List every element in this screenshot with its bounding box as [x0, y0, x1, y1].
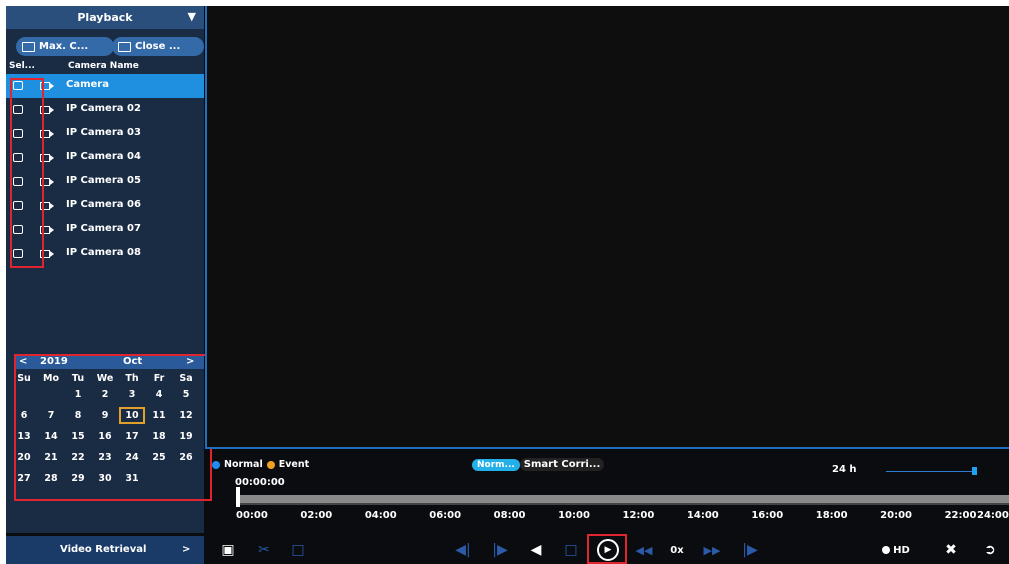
- timeline-tick-label: 04:00: [364, 510, 397, 521]
- video-display[interactable]: [205, 6, 1009, 449]
- video-retrieval-label: Video Retrieval: [60, 544, 147, 555]
- maximize-icon: [22, 41, 35, 52]
- mode-normal-tab[interactable]: Norm...: [472, 458, 520, 471]
- speed-label: 0x: [670, 544, 684, 556]
- camera-name: IP Camera 08: [66, 247, 141, 258]
- playback-menu-header[interactable]: Playback ▼: [6, 6, 204, 29]
- timeline-tick-label: 16:00: [751, 510, 784, 521]
- zoom-slider-handle[interactable]: [972, 467, 977, 475]
- fast-icon[interactable]: ▶▶: [702, 536, 722, 564]
- normal-dot-icon: [212, 460, 220, 469]
- timeline-tick-label: 18:00: [815, 510, 848, 521]
- slow-icon[interactable]: ◀◀: [634, 536, 654, 564]
- col-select: Sel...: [9, 61, 35, 71]
- zoom-slider-track[interactable]: [886, 471, 974, 472]
- timeline-baseline: [236, 503, 1009, 505]
- timeline-tick-label: 02:00: [300, 510, 333, 521]
- scissors-icon[interactable]: ✂: [254, 536, 274, 564]
- playback-screen: Playback ▼ Max. C... Close ... Sel... Ca…: [6, 6, 1009, 564]
- camera-name: IP Camera 05: [66, 175, 141, 186]
- camera-name: IP Camera 03: [66, 127, 141, 138]
- frame-back-icon[interactable]: |▶: [490, 536, 510, 564]
- frame-forward-icon[interactable]: |▶: [740, 536, 760, 564]
- playhead-marker[interactable]: [236, 487, 240, 507]
- reverse-play-icon[interactable]: ◀: [526, 536, 546, 564]
- camera-name: IP Camera 04: [66, 151, 141, 162]
- event-dot-icon: [266, 460, 275, 469]
- fullscreen-icon[interactable]: ✖: [940, 536, 962, 564]
- timeline-tick-label: 12:00: [622, 510, 655, 521]
- record-clip-icon[interactable]: ▣: [218, 536, 238, 564]
- folder-icon[interactable]: □: [288, 536, 308, 564]
- mode-smart-tab[interactable]: Smart Corri...: [519, 458, 605, 471]
- skip-back-icon[interactable]: ◀|: [453, 536, 473, 564]
- timeline-legend: Normal Event: [212, 459, 309, 470]
- timeline-tick-label: 10:00: [558, 510, 590, 521]
- close-camera-icon: [118, 41, 131, 52]
- max-button-label: Max. C...: [39, 41, 89, 52]
- camera-name: IP Camera 02: [66, 103, 141, 114]
- exit-icon[interactable]: ➲: [979, 536, 1001, 564]
- timeline-tick-label: 14:00: [686, 510, 719, 521]
- calendar-highlight-box: [14, 354, 212, 501]
- camera-name: IP Camera 07: [66, 223, 141, 234]
- camera-name: IP Camera 06: [66, 199, 141, 210]
- chevron-right-icon: >: [182, 544, 191, 555]
- col-camera-name: Camera Name: [68, 61, 139, 71]
- timeline-tick-label: 20:00: [880, 510, 912, 521]
- legend-event: Event: [278, 459, 310, 470]
- hd-toggle[interactable]: HD: [876, 536, 916, 564]
- close-button[interactable]: Close ...: [112, 37, 204, 56]
- timeline-tick-label: 06:00: [429, 510, 462, 521]
- play-highlight-box: [587, 534, 627, 564]
- chevron-down-icon[interactable]: ▼: [188, 10, 196, 23]
- playback-title: Playback: [77, 11, 133, 24]
- stop-icon[interactable]: □: [561, 536, 581, 564]
- hd-dot-icon: [882, 546, 891, 554]
- timeline-tick-label: 24:00: [977, 510, 1009, 521]
- max-channel-button[interactable]: Max. C...: [16, 37, 114, 56]
- video-retrieval-button[interactable]: Video Retrieval >: [6, 536, 204, 564]
- camera-name: Camera: [66, 79, 109, 90]
- checkbox-highlight-box: [10, 78, 44, 268]
- camera-list-header: Sel... Camera Name: [6, 61, 204, 74]
- mode-switch[interactable]: Norm... Smart Corri...: [472, 458, 605, 471]
- timeline-ticks: 00:00 02:00 04:00 06:00 08:00 10:00 12:00 14:00…: [236, 506, 1009, 526]
- timeline-tick-label: 08:00: [493, 510, 526, 521]
- current-time: 00:00:00: [235, 477, 285, 488]
- timeline-tick-label: 00:00: [236, 510, 268, 521]
- legend-normal: Normal: [224, 459, 263, 470]
- zoom-label: 24 h: [832, 464, 857, 475]
- timeline-track[interactable]: [236, 495, 1009, 503]
- timeline-tick-label: 22:00: [944, 510, 977, 521]
- close-button-label: Close ...: [135, 41, 181, 52]
- hd-label: HD: [893, 544, 910, 556]
